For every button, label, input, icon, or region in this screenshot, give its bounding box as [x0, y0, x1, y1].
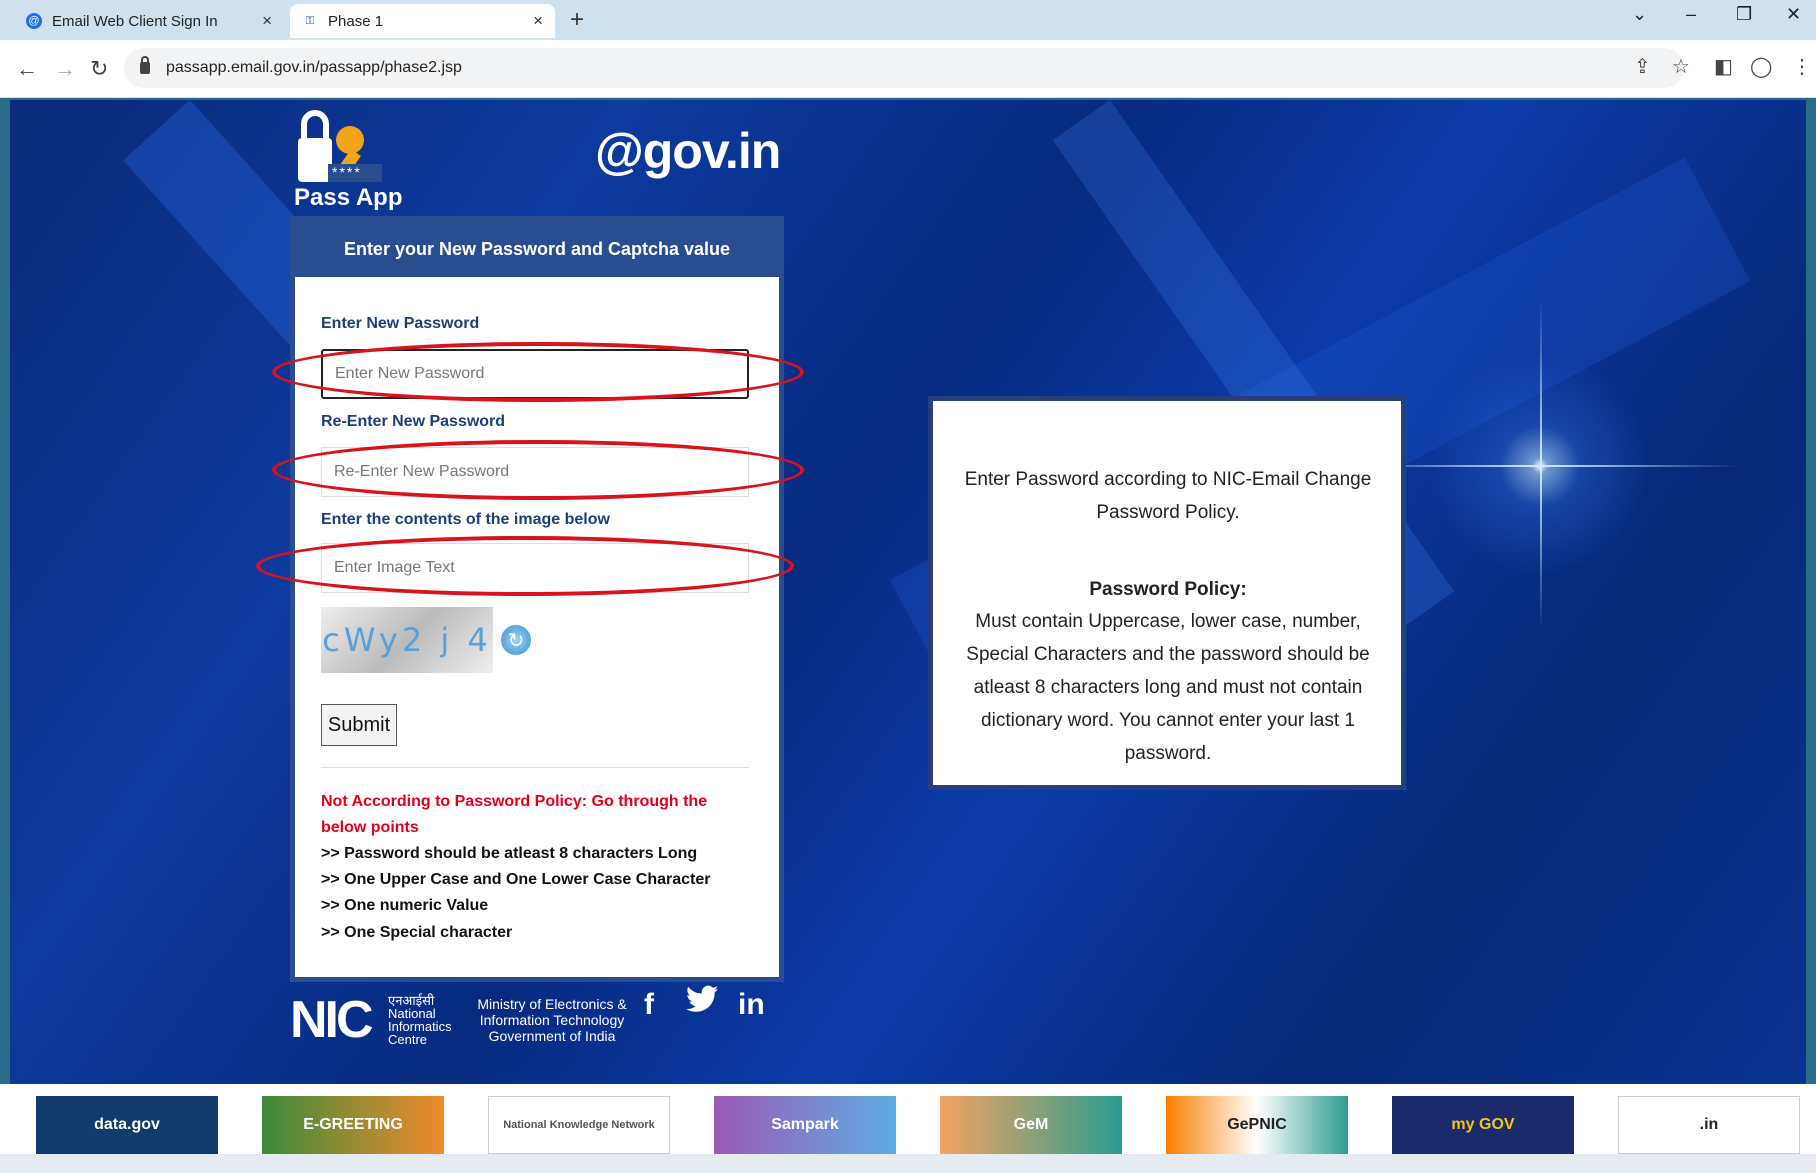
banner-sampark[interactable]: Sampark: [714, 1096, 896, 1154]
menu-icon[interactable]: ⋮: [1792, 54, 1812, 79]
policy-intro: Enter Password according to NIC-Email Ch…: [964, 469, 1372, 523]
window-close-icon[interactable]: ✕: [1786, 4, 1801, 25]
reenter-password-placeholder: Re-Enter New Password: [334, 463, 510, 480]
captcha-label: Enter the contents of the image below: [321, 511, 610, 528]
policy-point: >> One Special character: [321, 924, 513, 941]
profile-icon[interactable]: ◯: [1750, 54, 1772, 79]
reenter-password-label: Re-Enter New Password: [321, 413, 506, 430]
nic-favicon-icon: ⚿: [305, 14, 315, 27]
captcha-image: cWy2 j 4: [321, 607, 493, 673]
gov-in-logo: @gov.in: [595, 123, 781, 179]
url-field[interactable]: passapp.email.gov.in/passapp/phase2.jsp: [124, 48, 1684, 88]
banner-dot-in[interactable]: .in: [1618, 1096, 1800, 1154]
new-password-input[interactable]: Enter New Password: [321, 349, 749, 399]
restore-icon[interactable]: ❐: [1736, 4, 1752, 25]
tab-phase-1[interactable]: ⚿ Phase 1 ×: [290, 4, 555, 38]
password-policy-panel: Enter Password according to NIC-Email Ch…: [928, 396, 1406, 790]
tab-label: Phase 1: [328, 12, 384, 30]
minimize-icon[interactable]: –: [1686, 4, 1696, 25]
policy-point: >> Password should be atleast 8 characte…: [321, 845, 698, 862]
divider: [321, 767, 749, 768]
star-icon[interactable]: ☆: [1672, 54, 1690, 79]
policy-heading: Password Policy:: [1089, 579, 1247, 600]
linkedin-icon[interactable]: in: [738, 988, 765, 1022]
banner-mygov[interactable]: my GOV: [1392, 1096, 1574, 1154]
captcha-text: cWy2 j 4: [322, 621, 492, 659]
new-tab-icon[interactable]: +: [570, 6, 584, 34]
banner-data-gov[interactable]: data.gov: [36, 1096, 218, 1154]
captcha-input[interactable]: Enter Image Text: [321, 543, 749, 593]
page-background: **** Pass App @gov.in Enter your New Pas…: [10, 100, 1806, 1084]
facebook-icon[interactable]: f: [644, 988, 654, 1022]
share-icon[interactable]: ⇪: [1634, 54, 1651, 79]
policy-body: Must contain Uppercase, lower case, numb…: [966, 611, 1370, 764]
new-password-placeholder: Enter New Password: [335, 365, 485, 382]
policy-point: >> One Upper Case and One Lower Case Cha…: [321, 871, 711, 888]
policy-point: >> One numeric Value: [321, 897, 489, 914]
submit-button[interactable]: Submit: [321, 704, 397, 746]
nic-mark: NIC: [290, 991, 374, 1049]
os-taskbar: [0, 1154, 1816, 1173]
banner-nkn[interactable]: National Knowledge Network: [488, 1096, 670, 1154]
banner-e-greeting[interactable]: E-GREETING: [262, 1096, 444, 1154]
browser-tab-bar: @ Email Web Client Sign In × ⚿ Phase 1 ×…: [0, 0, 1816, 40]
new-password-label: Enter New Password: [321, 315, 480, 332]
tab-email-web-client[interactable]: @ Email Web Client Sign In ×: [14, 4, 284, 38]
captcha-placeholder: Enter Image Text: [334, 559, 455, 576]
pass-app-label: Pass App: [294, 184, 403, 211]
lock-icon: [140, 56, 150, 74]
banner-strip: data.gov E-GREETING National Knowledge N…: [0, 1084, 1816, 1154]
policy-warning: Not According to Password Policy: Go thr…: [321, 793, 708, 836]
address-bar: ← → ↻ passapp.email.gov.in/passapp/phase…: [0, 40, 1816, 98]
refresh-captcha-icon[interactable]: ↻: [501, 625, 531, 655]
forward-icon[interactable]: →: [54, 56, 76, 82]
password-mask: ****: [332, 164, 362, 180]
banner-gepnic[interactable]: GePNIC: [1166, 1096, 1348, 1154]
chevron-down-icon[interactable]: ⌄: [1632, 4, 1647, 25]
nic-name: National Informatics Centre: [388, 1006, 452, 1047]
tab-label: Email Web Client Sign In: [52, 12, 218, 30]
sidebar-icon[interactable]: ◧: [1714, 54, 1733, 79]
banner-gem[interactable]: GeM: [940, 1096, 1122, 1154]
globe-icon: @: [26, 13, 42, 29]
close-icon[interactable]: ×: [262, 11, 272, 31]
back-icon[interactable]: ←: [16, 56, 38, 82]
form-title: Enter your New Password and Captcha valu…: [295, 221, 779, 277]
close-icon[interactable]: ×: [533, 11, 543, 31]
reload-icon[interactable]: ↻: [90, 56, 108, 82]
lens-flare: [1540, 300, 1542, 630]
url-text: passapp.email.gov.in/passapp/phase2.jsp: [166, 59, 462, 76]
twitter-icon[interactable]: [686, 984, 718, 1022]
meity-text: Ministry of Electronics & Information Te…: [477, 996, 627, 1044]
reenter-password-input[interactable]: Re-Enter New Password: [321, 447, 749, 497]
password-form-card: Enter your New Password and Captcha valu…: [290, 216, 784, 982]
nic-text: एनआईसी National Informatics Centre: [388, 994, 468, 1046]
